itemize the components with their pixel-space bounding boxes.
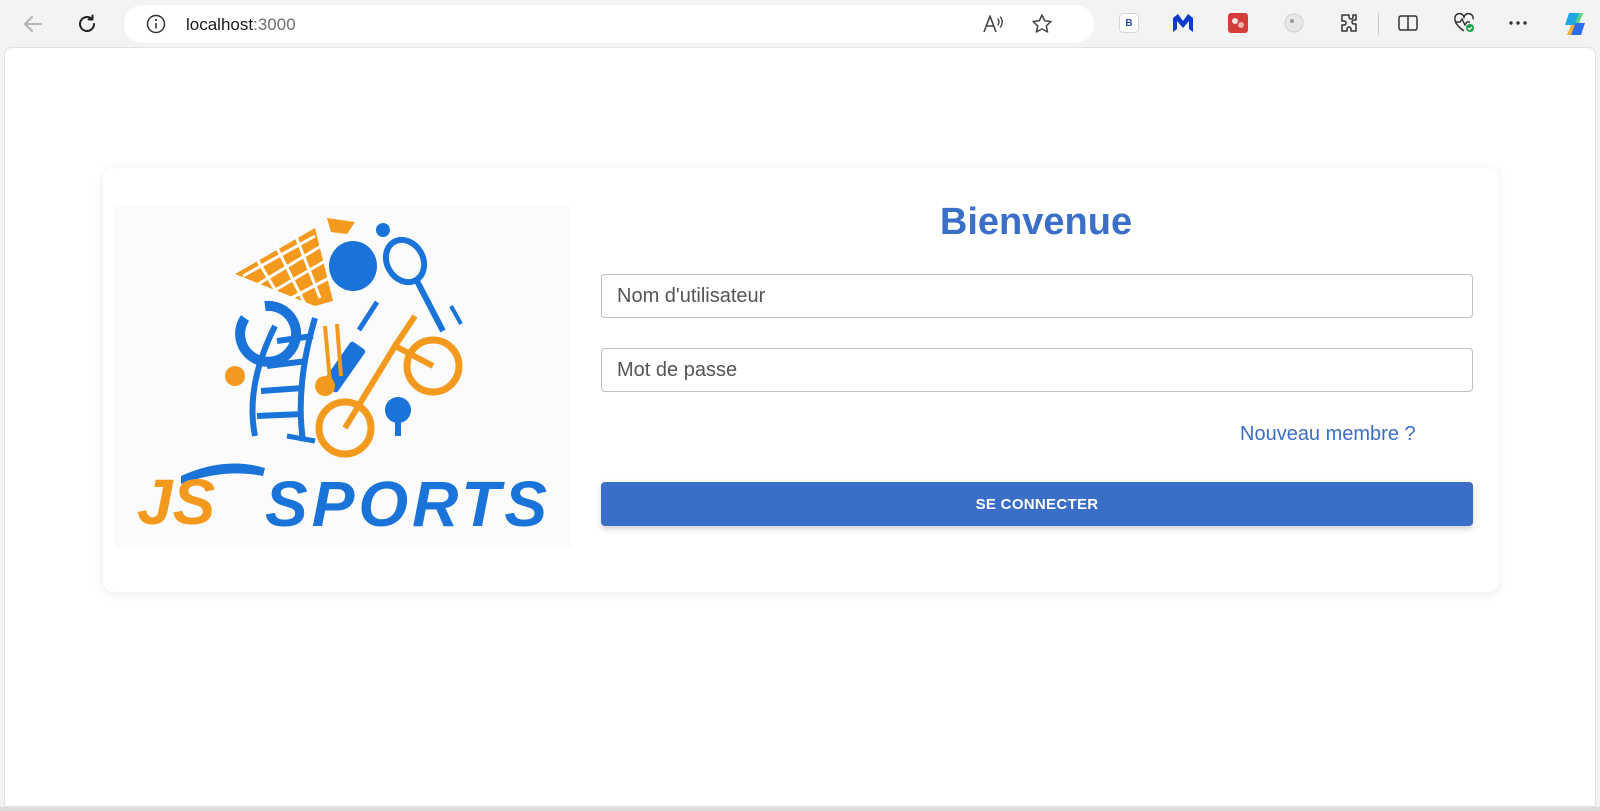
window-bottom-edge [0,807,1600,811]
ladder-icon [249,317,318,442]
login-card: JS SPORTS Bienvenue Nouveau membre ? SE … [103,168,1499,592]
shuttlecock-icon [327,218,355,234]
url-host: localhost [186,15,254,34]
bitwarden-extension-icon[interactable]: B [1117,11,1141,35]
brand-sports: SPORTS [265,468,551,540]
site-info-icon[interactable] [146,14,166,34]
badminton-racket-icon [235,228,333,307]
login-button[interactable]: SE CONNECTER [601,482,1473,526]
copilot-icon[interactable] [1560,9,1590,39]
username-input[interactable] [601,274,1473,318]
ping-pong-paddle-icon [385,397,411,436]
welcome-title: Bienvenue [939,201,1133,243]
back-arrow-icon[interactable] [16,7,50,41]
address-bar[interactable]: localhost:3000 [124,5,1094,43]
favorite-star-icon[interactable] [1030,12,1054,36]
page-viewport: JS SPORTS Bienvenue Nouveau membre ? SE … [4,47,1596,807]
browser-toolbar: localhost:3000 B [0,0,1600,47]
more-options-icon[interactable] [1506,11,1530,35]
url-text[interactable]: localhost:3000 [186,15,296,35]
read-aloud-icon[interactable] [981,12,1005,36]
tennis-racket-icon [382,236,463,333]
url-port: :3000 [253,15,296,34]
toolbar-divider [1378,13,1379,35]
ext-b-label: B [1119,13,1139,33]
js-sports-logo: JS SPORTS [115,206,571,548]
red-extension-icon[interactable] [1226,11,1250,35]
new-member-link[interactable]: Nouveau membre ? [1240,423,1416,446]
refresh-icon[interactable] [70,7,104,41]
password-input[interactable] [601,348,1473,392]
malwarebytes-extension-icon[interactable] [1171,11,1195,35]
split-screen-icon[interactable] [1396,11,1420,35]
extensions-puzzle-icon[interactable] [1337,11,1361,35]
js-sports-wordmark: JS SPORTS [137,463,551,540]
browser-essentials-icon[interactable] [1452,11,1476,35]
brand-js: JS [137,466,216,538]
grey-extension-icon[interactable] [1282,11,1306,35]
ball-icon [329,241,377,291]
